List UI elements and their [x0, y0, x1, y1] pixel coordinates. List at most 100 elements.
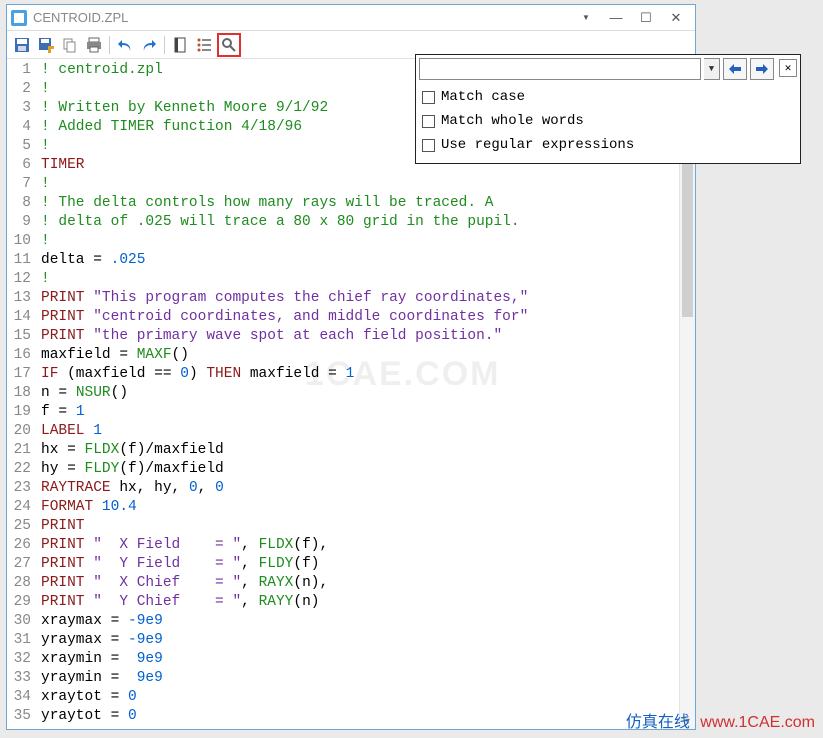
- line-number: 2: [7, 80, 31, 99]
- app-icon: [11, 10, 27, 26]
- line-number: 11: [7, 251, 31, 270]
- copy-icon: [62, 37, 78, 53]
- code-line[interactable]: hx = FLDX(f)/maxfield: [41, 441, 528, 460]
- code-line[interactable]: n = NSUR(): [41, 384, 528, 403]
- window-minimize[interactable]: —: [601, 8, 631, 28]
- line-number: 4: [7, 118, 31, 137]
- line-number: 15: [7, 327, 31, 346]
- code-line[interactable]: RAYTRACE hx, hy, 0, 0: [41, 479, 528, 498]
- checkbox-icon[interactable]: [422, 139, 435, 152]
- code-line[interactable]: hy = FLDY(f)/maxfield: [41, 460, 528, 479]
- watermark-en: www.1CAE.com: [700, 714, 815, 731]
- line-number: 24: [7, 498, 31, 517]
- line-number: 21: [7, 441, 31, 460]
- line-number: 25: [7, 517, 31, 536]
- saveas-button[interactable]: [35, 34, 57, 56]
- line-number: 29: [7, 593, 31, 612]
- line-gutter: 1234567891011121314151617181920212223242…: [7, 59, 35, 726]
- save-icon: [14, 37, 30, 53]
- titlebar: CENTROID.ZPL ▼ — ☐ ✕: [7, 5, 695, 31]
- search-panel: ▼ ✕ Match case Match whole words Use reg…: [415, 54, 801, 164]
- line-number: 12: [7, 270, 31, 289]
- code-line[interactable]: !: [41, 270, 528, 289]
- print-button[interactable]: [83, 34, 105, 56]
- code-line[interactable]: maxfield = MAXF(): [41, 346, 528, 365]
- line-number: 32: [7, 650, 31, 669]
- line-number: 19: [7, 403, 31, 422]
- code-line[interactable]: PRINT "the primary wave spot at each fie…: [41, 327, 528, 346]
- code-line[interactable]: PRINT " X Chief = ", RAYX(n),: [41, 574, 528, 593]
- line-number: 31: [7, 631, 31, 650]
- regex-option[interactable]: Use regular expressions: [422, 133, 794, 157]
- line-number: 27: [7, 555, 31, 574]
- code-line[interactable]: !: [41, 175, 528, 194]
- regex-label: Use regular expressions: [441, 137, 634, 153]
- match-whole-option[interactable]: Match whole words: [422, 109, 794, 133]
- save-button[interactable]: [11, 34, 33, 56]
- undo-button[interactable]: [114, 34, 136, 56]
- code-line[interactable]: yraytot = 0: [41, 707, 528, 726]
- code-line[interactable]: PRINT: [41, 517, 528, 536]
- line-number: 18: [7, 384, 31, 403]
- watermark-cn: 仿真在线: [626, 714, 690, 731]
- bookmark-button[interactable]: [169, 34, 191, 56]
- code-line[interactable]: xraymax = -9e9: [41, 612, 528, 631]
- code-line[interactable]: ! delta of .025 will trace a 80 x 80 gri…: [41, 213, 528, 232]
- code-line[interactable]: xraymin = 9e9: [41, 650, 528, 669]
- line-number: 26: [7, 536, 31, 555]
- code-line[interactable]: PRINT " X Field = ", FLDX(f),: [41, 536, 528, 555]
- code-line[interactable]: delta = .025: [41, 251, 528, 270]
- line-number: 22: [7, 460, 31, 479]
- line-number: 34: [7, 688, 31, 707]
- search-icon: [221, 37, 237, 53]
- code-line[interactable]: PRINT " Y Chief = ", RAYY(n): [41, 593, 528, 612]
- line-number: 35: [7, 707, 31, 726]
- match-whole-label: Match whole words: [441, 113, 584, 129]
- code-line[interactable]: FORMAT 10.4: [41, 498, 528, 517]
- saveas-icon: [38, 37, 54, 53]
- line-number: 16: [7, 346, 31, 365]
- code-line[interactable]: f = 1: [41, 403, 528, 422]
- search-history-dropdown[interactable]: ▼: [704, 58, 720, 80]
- redo-icon: [141, 37, 157, 53]
- search-close-button[interactable]: ✕: [779, 59, 797, 77]
- line-number: 13: [7, 289, 31, 308]
- line-number: 10: [7, 232, 31, 251]
- search-input[interactable]: [419, 58, 701, 80]
- code-line[interactable]: xraytot = 0: [41, 688, 528, 707]
- line-number: 9: [7, 213, 31, 232]
- code-line[interactable]: ! The delta controls how many rays will …: [41, 194, 528, 213]
- code-line[interactable]: PRINT "centroid coordinates, and middle …: [41, 308, 528, 327]
- search-button[interactable]: [217, 33, 241, 57]
- window-maximize[interactable]: ☐: [631, 8, 661, 28]
- code-line[interactable]: LABEL 1: [41, 422, 528, 441]
- code-line[interactable]: PRINT " Y Field = ", FLDY(f): [41, 555, 528, 574]
- line-number: 23: [7, 479, 31, 498]
- redo-button[interactable]: [138, 34, 160, 56]
- line-number: 8: [7, 194, 31, 213]
- window-dropdown[interactable]: ▼: [571, 8, 601, 28]
- checkbox-icon[interactable]: [422, 91, 435, 104]
- code-line[interactable]: PRINT "This program computes the chief r…: [41, 289, 528, 308]
- code-line[interactable]: yraymax = -9e9: [41, 631, 528, 650]
- list-button[interactable]: [193, 34, 215, 56]
- copy-button[interactable]: [59, 34, 81, 56]
- window-close[interactable]: ✕: [661, 8, 691, 28]
- line-number: 20: [7, 422, 31, 441]
- line-number: 30: [7, 612, 31, 631]
- code-line[interactable]: IF (maxfield == 0) THEN maxfield = 1: [41, 365, 528, 384]
- code-line[interactable]: !: [41, 232, 528, 251]
- checkbox-icon[interactable]: [422, 115, 435, 128]
- line-number: 6: [7, 156, 31, 175]
- search-next-button[interactable]: [750, 58, 774, 80]
- search-prev-button[interactable]: [723, 58, 747, 80]
- line-number: 1: [7, 61, 31, 80]
- match-case-label: Match case: [441, 89, 525, 105]
- line-number: 7: [7, 175, 31, 194]
- line-number: 33: [7, 669, 31, 688]
- separator: [164, 36, 165, 54]
- code-line[interactable]: yraymin = 9e9: [41, 669, 528, 688]
- match-case-option[interactable]: Match case: [422, 85, 794, 109]
- print-icon: [86, 37, 102, 53]
- arrow-right-icon: [755, 63, 769, 75]
